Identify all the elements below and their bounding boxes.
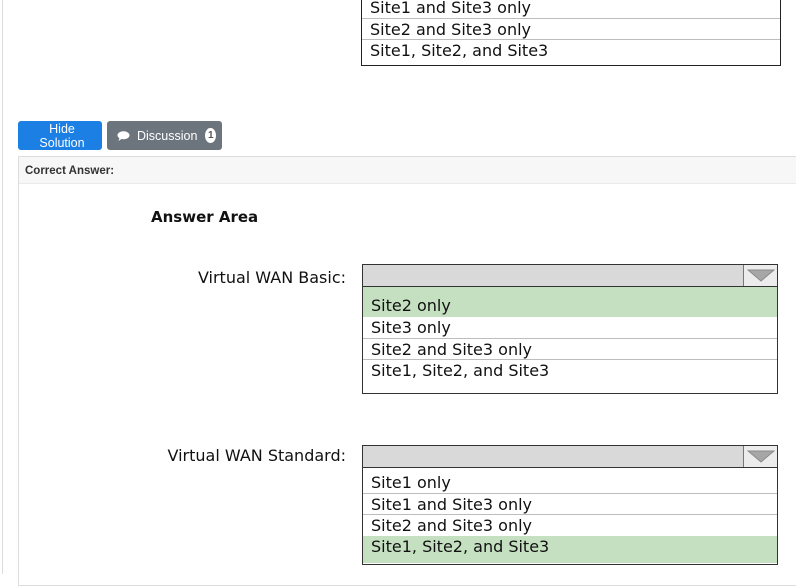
dropdown-arrow-icon[interactable] <box>743 446 777 467</box>
hide-solution-label: Hide Solution <box>39 121 85 150</box>
comment-icon <box>117 130 137 141</box>
list-item-correct[interactable]: Site2 only <box>363 287 777 317</box>
previous-dropdown-list: Site1 and Site3 only Site2 and Site3 onl… <box>361 0 781 66</box>
discussion-button[interactable]: Discussion 1 <box>107 121 222 150</box>
list-item[interactable]: Site1, Site2, and Site3 <box>363 359 777 380</box>
virtual-wan-standard-options: Site1 only Site1 and Site3 only Site2 an… <box>362 468 778 565</box>
list-item-correct[interactable]: Site1, Site2, and Site3 <box>363 536 777 563</box>
list-item[interactable]: Site1, Site2, and Site3 <box>362 39 780 60</box>
list-item[interactable]: Site3 only <box>363 317 777 338</box>
list-item[interactable]: Site2 and Site3 only <box>363 338 777 359</box>
list-item[interactable]: Site1 and Site3 only <box>363 493 777 514</box>
list-item[interactable]: Site2 and Site3 only <box>362 18 780 39</box>
virtual-wan-standard-label: Virtual WAN Standard: <box>167 446 347 465</box>
panel-header: Correct Answer: <box>19 157 796 184</box>
virtual-wan-basic-select[interactable] <box>362 264 778 287</box>
left-border <box>2 0 3 574</box>
virtual-wan-basic-label: Virtual WAN Basic: <box>197 268 346 287</box>
discussion-label: Discussion <box>137 128 198 143</box>
dropdown-arrow-icon[interactable] <box>743 265 777 286</box>
list-item[interactable]: Site1 and Site3 only <box>362 0 780 18</box>
virtual-wan-standard-select[interactable] <box>362 445 778 468</box>
virtual-wan-basic-options: Site2 only Site3 only Site2 and Site3 on… <box>362 287 778 394</box>
list-item[interactable]: Site1 only <box>363 472 777 493</box>
panel-title: Correct Answer: <box>25 165 115 177</box>
answer-area-heading: Answer Area <box>151 208 259 226</box>
hide-solution-button[interactable]: Hide Solution <box>18 121 102 150</box>
list-item[interactable]: Site2 and Site3 only <box>363 514 777 535</box>
discussion-count-badge: 1 <box>205 128 216 143</box>
